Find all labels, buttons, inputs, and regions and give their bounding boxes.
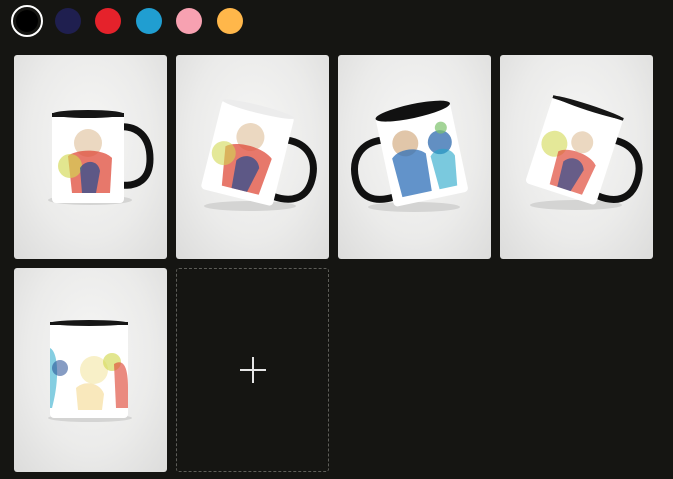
- mug-image: [351, 100, 468, 212]
- mug-image: [48, 320, 132, 422]
- color-swatch-blue[interactable]: [135, 8, 162, 34]
- product-image-tile[interactable]: [338, 55, 491, 259]
- mug-image: [48, 110, 154, 205]
- color-swatch-red[interactable]: [95, 8, 122, 34]
- color-swatch-list: [11, 5, 258, 37]
- mug-image: [526, 95, 643, 210]
- product-image-tile[interactable]: [14, 268, 167, 472]
- product-image-tile[interactable]: [176, 55, 329, 259]
- plus-icon: [239, 357, 266, 383]
- color-swatch-pink[interactable]: [176, 8, 203, 34]
- product-image-grid: [14, 55, 653, 472]
- product-image-tile[interactable]: [500, 55, 653, 259]
- product-image-tile[interactable]: [14, 55, 167, 259]
- add-image-button[interactable]: [176, 268, 329, 472]
- mug-image: [201, 99, 317, 211]
- color-swatch-black[interactable]: [11, 5, 43, 37]
- color-swatch-navy[interactable]: [54, 8, 81, 34]
- color-swatch-amber[interactable]: [216, 8, 243, 34]
